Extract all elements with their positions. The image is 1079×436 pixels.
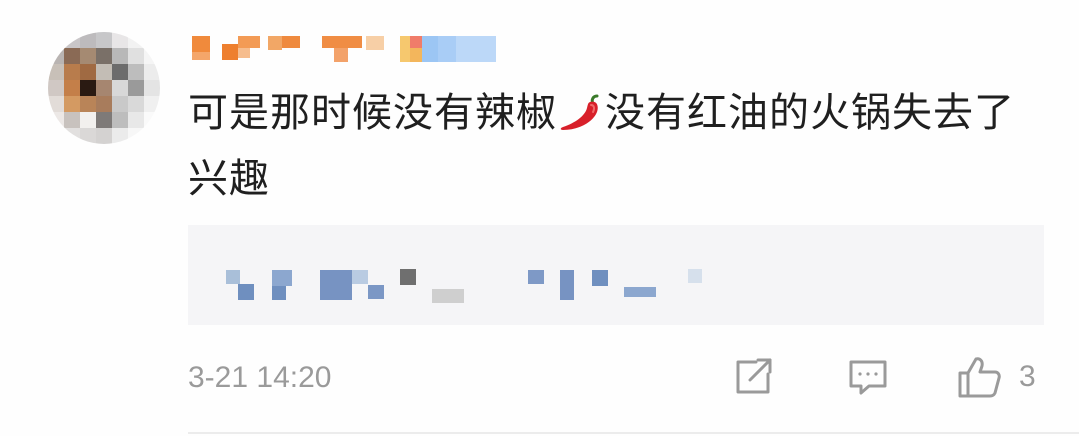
username[interactable] xyxy=(192,32,502,64)
share-button[interactable] xyxy=(730,352,776,402)
comment-item: 可是那时候没有辣椒 没有红油的火锅失去了兴趣 3-21 14:20 3 xyxy=(0,0,1079,436)
thumbs-up-icon xyxy=(958,357,1001,398)
chili-pepper-icon xyxy=(560,94,599,130)
reply-button[interactable] xyxy=(845,352,891,402)
like-button[interactable]: 3 xyxy=(955,352,1036,402)
share-icon xyxy=(736,358,772,394)
comment-text: 可是那时候没有辣椒 没有红油的火锅失去了兴趣 xyxy=(188,80,1038,212)
avatar[interactable] xyxy=(48,32,160,144)
comment-icon xyxy=(849,360,887,395)
quoted-reply[interactable] xyxy=(188,225,1044,325)
like-count: 3 xyxy=(1019,360,1036,393)
divider xyxy=(188,432,1079,434)
comment-text-part-1: 可是那时候没有辣椒 xyxy=(188,90,557,136)
comment-timestamp: 3-21 14:20 xyxy=(188,361,332,394)
